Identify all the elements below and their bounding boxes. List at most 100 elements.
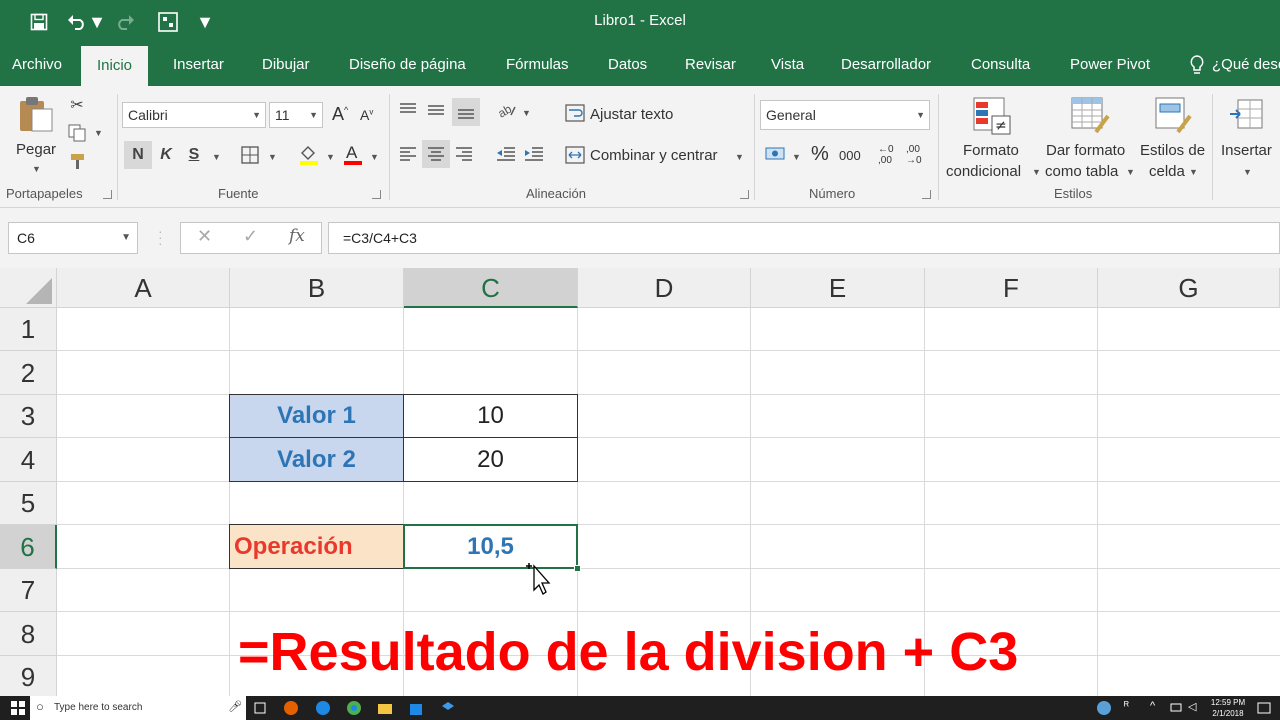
conditional-format-icon[interactable]: ≠: [970, 94, 1014, 138]
row-header[interactable]: 5: [0, 482, 57, 525]
copy-icon[interactable]: [66, 122, 88, 144]
column-header[interactable]: A: [57, 268, 230, 308]
column-header[interactable]: D: [578, 268, 751, 308]
borders-dropdown-icon[interactable]: ▼: [268, 152, 277, 162]
row-header[interactable]: 6: [0, 525, 57, 569]
fill-color-icon[interactable]: [296, 141, 322, 167]
decrease-decimal-icon[interactable]: ,00 →0: [906, 144, 922, 166]
copy-dropdown-icon[interactable]: ▼: [94, 128, 103, 138]
column-header[interactable]: C: [404, 268, 578, 308]
paste-button[interactable]: Pegar: [16, 141, 56, 158]
bold-button[interactable]: N: [124, 141, 152, 169]
cell-c4[interactable]: 20: [403, 437, 578, 482]
insert-function-icon[interactable]: fx: [289, 226, 305, 246]
fill-handle[interactable]: [574, 565, 581, 572]
chevron-up-icon[interactable]: ^: [1150, 700, 1166, 716]
percent-button[interactable]: %: [811, 143, 829, 166]
chrome-icon[interactable]: [346, 700, 362, 716]
conditional-format-label-1[interactable]: Formato: [963, 142, 1019, 159]
font-size-select[interactable]: 11 ▼: [269, 102, 323, 128]
resize-handle-icon[interactable]: · · ·: [158, 224, 163, 250]
clock[interactable]: 12:59 PM 2/1/2018: [1208, 697, 1248, 719]
network-icon[interactable]: [1168, 700, 1184, 716]
currency-icon[interactable]: [764, 142, 788, 166]
cell-b6[interactable]: Operación: [229, 524, 404, 569]
tab-desarrollador[interactable]: Desarrollador: [841, 44, 931, 86]
formula-input[interactable]: =C3/C4+C3: [328, 222, 1280, 254]
format-as-table-icon[interactable]: [1068, 94, 1112, 138]
conditional-dropdown-icon[interactable]: ▼: [1032, 167, 1041, 177]
insert-dropdown-icon[interactable]: ▼: [1243, 167, 1252, 177]
number-format-select[interactable]: General ▼: [760, 100, 930, 130]
row-header[interactable]: 2: [0, 351, 57, 395]
select-all-button[interactable]: [0, 268, 57, 308]
tab-insertar[interactable]: Insertar: [173, 44, 224, 86]
format-as-table-label-2[interactable]: como tabla: [1045, 163, 1118, 180]
tab-datos[interactable]: Datos: [608, 44, 647, 86]
orientation-dropdown-icon[interactable]: ▼: [522, 108, 531, 118]
tab-power-pivot[interactable]: Power Pivot: [1070, 44, 1150, 86]
tab-inicio[interactable]: Inicio: [81, 46, 149, 86]
align-top-icon[interactable]: [396, 98, 420, 122]
cell-b3[interactable]: Valor 1: [229, 394, 404, 438]
paste-icon[interactable]: [16, 94, 56, 134]
notifications-icon[interactable]: [1256, 700, 1272, 716]
column-header[interactable]: F: [925, 268, 1098, 308]
tab-formulas[interactable]: Fórmulas: [506, 44, 569, 86]
insert-cells-icon[interactable]: [1226, 94, 1266, 134]
fill-color-dropdown-icon[interactable]: ▼: [326, 152, 335, 162]
column-header[interactable]: G: [1098, 268, 1280, 308]
wrap-text-icon[interactable]: [564, 102, 586, 124]
paste-dropdown-icon[interactable]: ▼: [32, 164, 41, 174]
column-header[interactable]: B: [230, 268, 404, 308]
tab-revisar[interactable]: Revisar: [685, 44, 736, 86]
number-launcher-icon[interactable]: [922, 190, 931, 199]
wrap-text-button[interactable]: Ajustar texto: [590, 106, 673, 123]
cell-styles-icon[interactable]: [1150, 94, 1194, 138]
borders-icon[interactable]: [238, 143, 262, 167]
row-header[interactable]: 9: [0, 656, 57, 696]
merge-center-button[interactable]: Combinar y centrar: [590, 147, 718, 164]
row-header[interactable]: 3: [0, 395, 57, 438]
font-name-select[interactable]: Calibri ▼: [122, 102, 266, 128]
microphone-icon[interactable]: 🎤︎: [228, 700, 242, 713]
cell-b4[interactable]: Valor 2: [229, 437, 404, 482]
italic-button[interactable]: K: [154, 141, 178, 169]
align-left-icon[interactable]: [396, 142, 420, 166]
tab-vista[interactable]: Vista: [771, 44, 804, 86]
font-color-dropdown-icon[interactable]: ▼: [370, 152, 379, 162]
thousands-button[interactable]: 000: [839, 148, 861, 163]
merge-dropdown-icon[interactable]: ▼: [735, 152, 744, 162]
align-right-icon[interactable]: [452, 142, 476, 166]
clipboard-launcher-icon[interactable]: [103, 190, 112, 199]
align-center-icon[interactable]: [422, 140, 450, 168]
column-header[interactable]: E: [751, 268, 925, 308]
underline-button[interactable]: S: [182, 141, 206, 169]
cut-icon[interactable]: ✂: [66, 94, 88, 116]
cell-styles-label-1[interactable]: Estilos de: [1140, 142, 1205, 159]
align-middle-icon[interactable]: [424, 98, 448, 122]
row-header[interactable]: 4: [0, 438, 57, 482]
volume-icon[interactable]: ◁: [1188, 700, 1204, 716]
insert-cells-button[interactable]: Insertar: [1221, 142, 1272, 159]
table-dropdown-icon[interactable]: ▼: [1126, 167, 1135, 177]
row-header[interactable]: 1: [0, 308, 57, 351]
conditional-format-label-2[interactable]: condicional: [946, 163, 1021, 180]
decrease-font-icon[interactable]: Av: [360, 107, 373, 123]
underline-dropdown-icon[interactable]: ▼: [212, 152, 221, 162]
cell-styles-label-2[interactable]: celda: [1149, 163, 1185, 180]
align-bottom-icon[interactable]: [452, 98, 480, 126]
tab-archivo[interactable]: Archivo: [12, 44, 62, 86]
windows-start-icon[interactable]: [10, 700, 26, 716]
tab-consulta[interactable]: Consulta: [971, 44, 1030, 86]
name-box[interactable]: C6 ▼: [8, 222, 138, 254]
people-icon[interactable]: ᴿ: [1124, 700, 1140, 716]
file-explorer-icon[interactable]: [377, 700, 393, 716]
font-color-icon[interactable]: A: [340, 141, 366, 167]
row-header[interactable]: 7: [0, 569, 57, 612]
increase-decimal-icon[interactable]: ←0,00: [878, 144, 894, 166]
globe-icon[interactable]: [1096, 700, 1112, 716]
enter-icon[interactable]: ✓: [243, 226, 258, 247]
merge-center-icon[interactable]: [564, 144, 586, 166]
increase-font-icon[interactable]: A^: [332, 104, 348, 125]
